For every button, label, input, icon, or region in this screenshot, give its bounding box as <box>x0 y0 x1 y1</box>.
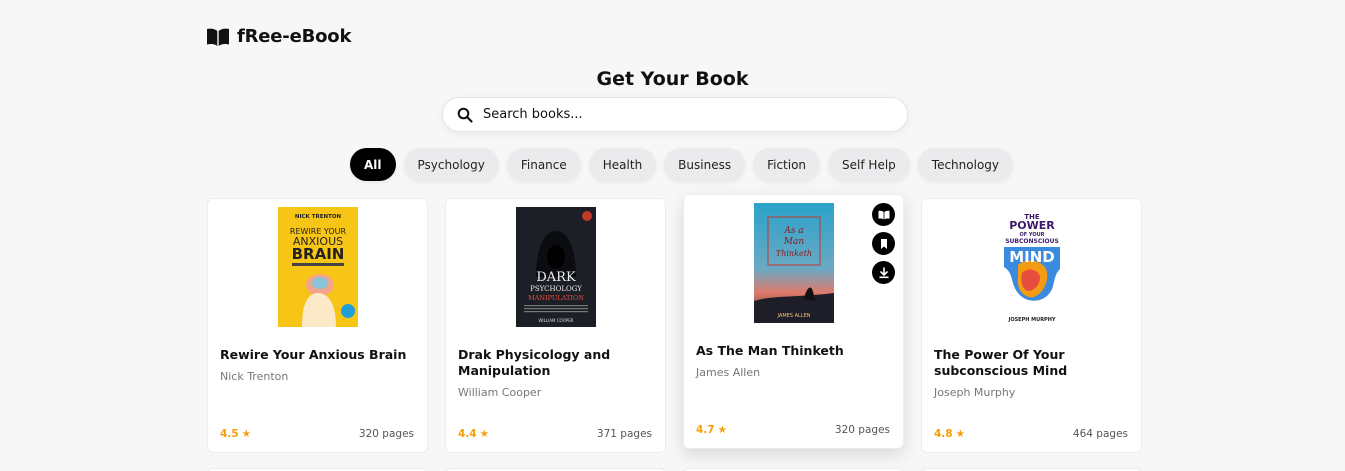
read-icon <box>878 210 889 219</box>
book-rating: 4.8 ★ <box>934 428 965 440</box>
book-cover: NICK TRENTON REWIRE YOUR ANXIOUS BRAIN <box>277 207 358 327</box>
category-chip-technology[interactable]: Technology <box>917 148 1013 181</box>
brand-logo[interactable]: fRee-eBook <box>206 26 351 47</box>
book-title[interactable]: Drak Physicology and Manipulation <box>458 347 653 379</box>
read-button[interactable] <box>872 203 895 226</box>
cover-text: JAMES ALLEN <box>776 313 810 319</box>
book-author: William Cooper <box>458 386 542 399</box>
book-card[interactable]: DARK PSYCHOLOGY MANIPULATION WILLIAM COO… <box>445 198 666 453</box>
book-pages: 320 pages <box>358 428 414 440</box>
book-author: James Allen <box>696 366 761 379</box>
book-pages: 320 pages <box>834 424 890 436</box>
cover-text: MANIPULATION <box>528 294 584 302</box>
star-icon: ★ <box>955 428 966 440</box>
book-pages: 371 pages <box>596 428 652 440</box>
category-filters: All Psychology Finance Health Business F… <box>350 148 1013 181</box>
rating-value: 4.8 <box>934 428 953 440</box>
book-title[interactable]: As The Man Thinketh <box>696 343 891 359</box>
category-chip-finance[interactable]: Finance <box>506 148 581 181</box>
book-title[interactable]: Rewire Your Anxious Brain <box>220 347 415 363</box>
download-icon <box>879 266 888 278</box>
bookmark-button[interactable] <box>872 232 895 255</box>
category-chip-health[interactable]: Health <box>588 148 657 181</box>
category-chip-psychology[interactable]: Psychology <box>403 148 499 181</box>
category-chip-fiction[interactable]: Fiction <box>753 148 821 181</box>
category-chip-business[interactable]: Business <box>664 148 746 181</box>
book-card[interactable]: NICK TRENTON REWIRE YOUR ANXIOUS BRAIN R… <box>207 198 428 453</box>
rating-value: 4.4 <box>458 428 477 440</box>
star-icon: ★ <box>717 424 728 436</box>
cover-text: MIND <box>1009 248 1055 266</box>
search-bar[interactable] <box>442 97 908 132</box>
cover-text: As a <box>783 226 803 236</box>
book-card[interactable]: THE POWER OF YOUR SUBCONSCIOUS MIND JOSE… <box>921 198 1142 453</box>
cover-text: PSYCHOLOGY <box>530 285 582 293</box>
search-icon <box>457 107 473 123</box>
book-pages: 464 pages <box>1072 428 1128 440</box>
category-chip-all[interactable]: All <box>350 148 396 181</box>
cover-text: POWER <box>1009 219 1055 232</box>
book-card[interactable]: As a Man Thinketh JAMES ALLEN As The Man… <box>683 194 904 449</box>
open-book-icon <box>207 28 229 46</box>
cover-text: SUBCONSCIOUS <box>1005 238 1059 245</box>
book-author: Nick Trenton <box>220 370 289 383</box>
book-rating: 4.5 ★ <box>220 428 251 440</box>
search-input[interactable] <box>483 107 883 122</box>
star-icon: ★ <box>241 428 252 440</box>
cover-text: WILLIAM COOPER <box>538 318 573 323</box>
book-cover: As a Man Thinketh JAMES ALLEN <box>753 203 834 323</box>
cover-text: JOSEPH MURPHY <box>1007 317 1055 323</box>
book-cover: THE POWER OF YOUR SUBCONSCIOUS MIND JOSE… <box>991 207 1072 327</box>
book-cover: DARK PSYCHOLOGY MANIPULATION WILLIAM COO… <box>515 207 596 327</box>
cover-text: BRAIN <box>291 245 344 263</box>
cover-text: Thinketh <box>775 249 811 258</box>
brand-name: fRee-eBook <box>237 26 352 47</box>
book-rating: 4.4 ★ <box>458 428 489 440</box>
star-icon: ★ <box>479 428 490 440</box>
rating-value: 4.5 <box>220 428 239 440</box>
category-chip-self-help[interactable]: Self Help <box>828 148 910 181</box>
book-rating: 4.7 ★ <box>696 424 727 436</box>
book-actions <box>872 203 895 284</box>
bookmark-icon <box>880 238 887 249</box>
rating-value: 4.7 <box>696 424 715 436</box>
cover-text: DARK <box>536 270 576 285</box>
book-title[interactable]: The Power Of Your subconscious Mind <box>934 347 1129 379</box>
book-author: Joseph Murphy <box>934 386 1016 399</box>
cover-text: NICK TRENTON <box>294 214 341 220</box>
page-title: Get Your Book <box>596 68 749 90</box>
cover-text: Man <box>782 237 804 247</box>
download-button[interactable] <box>872 261 895 284</box>
